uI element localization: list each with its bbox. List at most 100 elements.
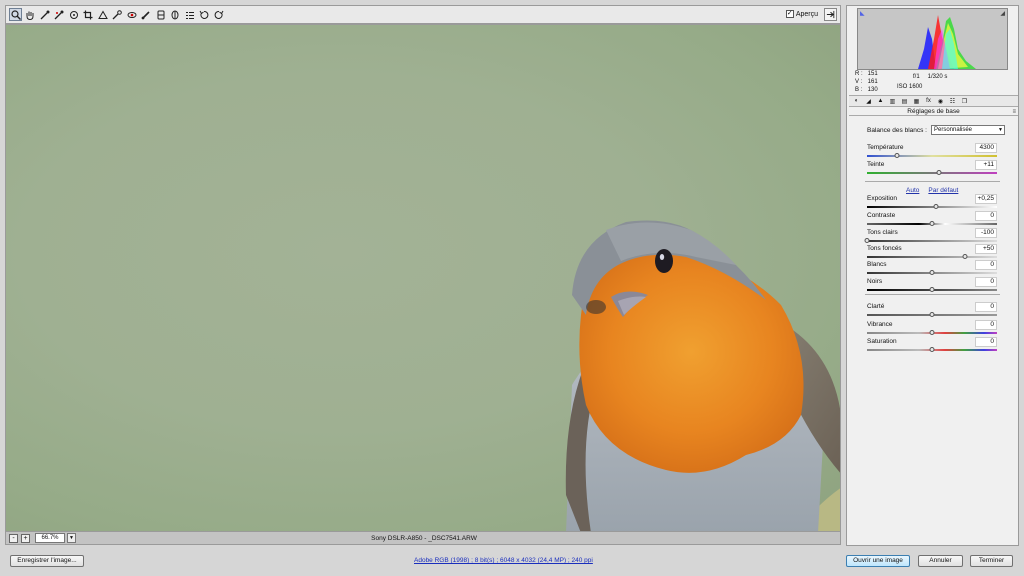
b-label: B : xyxy=(855,87,863,93)
slider-label: Clarté xyxy=(867,303,885,310)
slider-value-input[interactable]: 0 xyxy=(975,320,997,330)
preview-label: Aperçu xyxy=(795,10,818,18)
panel-menu-icon[interactable]: ≡ xyxy=(1012,109,1016,115)
slider-value-input[interactable]: 0 xyxy=(975,211,997,221)
preferences-icon[interactable] xyxy=(183,8,196,21)
workflow-options-link[interactable]: Adobe RGB (1998) ; 8 bit(s) ; 6048 x 403… xyxy=(414,557,593,564)
target-adjust-icon[interactable] xyxy=(67,8,80,21)
slider-thumb[interactable] xyxy=(933,204,939,209)
rotate-right-icon[interactable] xyxy=(212,8,225,21)
fullscreen-button[interactable] xyxy=(824,8,837,21)
slider-thumb[interactable] xyxy=(894,153,900,158)
slider-value-input[interactable]: +11 xyxy=(975,160,997,170)
b-value: 130 xyxy=(867,87,878,93)
tab-snapshots-icon[interactable]: ❐ xyxy=(960,97,969,106)
slider-value-input[interactable]: +0,25 xyxy=(975,194,997,204)
slider-thumb[interactable] xyxy=(962,254,967,259)
slider-track[interactable] xyxy=(867,172,997,174)
hand-icon[interactable] xyxy=(24,8,37,21)
adjustments-panel: ◣ ◢ R : V : B : 151 161 130 f/1 1/320 s … xyxy=(846,5,1019,546)
slider-track[interactable] xyxy=(867,256,997,258)
preview-toggle[interactable]: ✓ Aperçu xyxy=(785,10,818,18)
open-image-button[interactable]: Ouvrir une image xyxy=(846,555,910,567)
white-balance-select[interactable]: Personnalisée ▼ xyxy=(930,125,1005,135)
slider-label: Tons clairs xyxy=(867,229,898,236)
tab-presets-icon[interactable]: ☷ xyxy=(948,97,957,106)
rotate-left-icon[interactable] xyxy=(198,8,211,21)
done-button[interactable]: Terminer xyxy=(970,555,1013,567)
divider xyxy=(865,294,1000,295)
preview-checkbox[interactable]: ✓ xyxy=(785,10,794,18)
panel-tabs: ◐ ◢ ▲ ▥ ▤ ▦ fx ◉ ☷ ❐ xyxy=(849,95,1018,107)
r-label: R : xyxy=(855,71,863,77)
slider-thumb[interactable] xyxy=(929,221,935,226)
spot-removal-icon[interactable] xyxy=(111,8,124,21)
slider-track[interactable] xyxy=(867,240,997,242)
slider-value-input[interactable]: 0 xyxy=(975,277,997,287)
tab-effects-icon[interactable]: fx xyxy=(924,97,933,106)
white-balance-row: Balance des blancs : Personnalisée ▼ xyxy=(867,125,1005,135)
status-bar: - + 66.7% ▼ Sony DSLR-A850 - _DSC7541.AR… xyxy=(5,532,841,545)
tab-lens-icon[interactable]: ▦ xyxy=(912,97,921,106)
histogram: ◣ ◢ xyxy=(857,8,1008,70)
tab-hsl-icon[interactable]: ▥ xyxy=(888,97,897,106)
r-value: 151 xyxy=(867,71,878,77)
straighten-icon[interactable] xyxy=(96,8,109,21)
slider-thumb[interactable] xyxy=(864,238,870,243)
crop-icon[interactable] xyxy=(82,8,95,21)
tab-split-toning-icon[interactable]: ▤ xyxy=(900,97,909,106)
slider-thumb[interactable] xyxy=(936,170,941,175)
color-sampler-icon[interactable] xyxy=(53,8,66,21)
chevron-down-icon: ▼ xyxy=(998,127,1003,133)
file-info: Sony DSLR-A850 - _DSC7541.ARW xyxy=(371,534,477,542)
default-link[interactable]: Par défaut xyxy=(928,187,958,194)
zoom-icon[interactable] xyxy=(9,8,22,21)
slider-thumb[interactable] xyxy=(929,287,935,292)
white-balance-icon[interactable] xyxy=(38,8,51,21)
toolbar: ✓ Aperçu xyxy=(5,5,841,24)
red-eye-icon[interactable] xyxy=(125,8,138,21)
slider-label: Contraste xyxy=(867,212,896,219)
slider-label: Tons foncés xyxy=(867,245,902,252)
exif-info: f/1 1/320 s ISO 1600 xyxy=(897,72,947,92)
image-preview[interactable] xyxy=(5,24,841,532)
auto-link[interactable]: Auto xyxy=(906,187,919,194)
slider-value-input[interactable]: -100 xyxy=(975,228,997,238)
histogram-graph xyxy=(858,9,1007,69)
slider-thumb[interactable] xyxy=(929,330,935,335)
camera-raw-window: ✓ Aperçu - + 66.7% ▼ Sony DSLR-A850 - _D… xyxy=(0,0,1024,576)
cancel-button[interactable]: Annuler xyxy=(918,555,963,567)
save-image-button[interactable]: Enregistrer l'image... xyxy=(10,555,84,567)
slider-track[interactable] xyxy=(867,206,997,208)
fullscreen-icon xyxy=(826,10,835,19)
slider-value-input[interactable]: 4300 xyxy=(975,143,997,153)
adjustment-brush-icon[interactable] xyxy=(140,8,153,21)
slider-label: Vibrance xyxy=(867,321,893,328)
slider-thumb[interactable] xyxy=(929,347,935,352)
tab-camera-calibration-icon[interactable]: ◉ xyxy=(936,97,945,106)
auto-default-links: Auto Par défaut xyxy=(906,187,958,194)
slider-value-input[interactable]: 0 xyxy=(975,302,997,312)
robin-photo xyxy=(565,220,840,531)
slider-label: Exposition xyxy=(867,195,897,202)
slider-label: Blancs xyxy=(867,261,887,268)
iso: ISO 1600 xyxy=(897,84,923,90)
slider-value-input[interactable]: +50 xyxy=(975,244,997,254)
slider-track[interactable] xyxy=(867,155,997,157)
white-balance-label: Balance des blancs : xyxy=(867,126,927,134)
slider-label: Température xyxy=(867,144,904,151)
highlight-clipping-icon[interactable]: ◢ xyxy=(1000,10,1005,17)
rgb-readout: R : V : B : 151 161 130 xyxy=(855,70,878,94)
shadow-clipping-icon[interactable]: ◣ xyxy=(860,10,865,17)
slider-thumb[interactable] xyxy=(929,270,935,275)
g-label: V : xyxy=(855,79,863,85)
graduated-filter-icon[interactable] xyxy=(154,8,167,21)
slider-value-input[interactable]: 0 xyxy=(975,260,997,270)
tab-basic-icon[interactable]: ◐ xyxy=(852,97,861,106)
slider-thumb[interactable] xyxy=(929,312,935,317)
section-title: Réglages de base xyxy=(849,108,1018,116)
tab-tone-curve-icon[interactable]: ◢ xyxy=(864,97,873,106)
radial-filter-icon[interactable] xyxy=(169,8,182,21)
slider-value-input[interactable]: 0 xyxy=(975,337,997,347)
tab-detail-icon[interactable]: ▲ xyxy=(876,97,885,106)
